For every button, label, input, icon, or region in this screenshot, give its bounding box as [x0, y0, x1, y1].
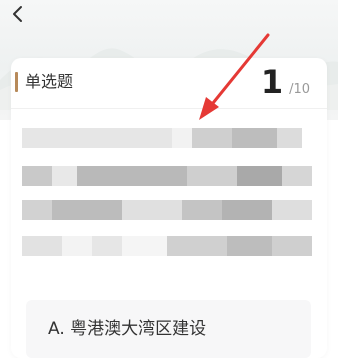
- option-a-button[interactable]: A. 粤港澳大湾区建设: [26, 300, 311, 358]
- question-type-label: 单选题: [25, 72, 74, 91]
- question-progress: 1 /10: [261, 62, 310, 102]
- option-a-label: A. 粤港澳大湾区建设: [48, 319, 207, 339]
- chevron-left-icon: [13, 6, 22, 22]
- header-divider: [11, 108, 327, 109]
- question-text-redacted: [22, 128, 312, 268]
- back-button[interactable]: [4, 0, 32, 28]
- question-type-accent-bar: [15, 72, 18, 92]
- progress-current: 1: [260, 63, 284, 101]
- progress-total: /10: [289, 82, 310, 97]
